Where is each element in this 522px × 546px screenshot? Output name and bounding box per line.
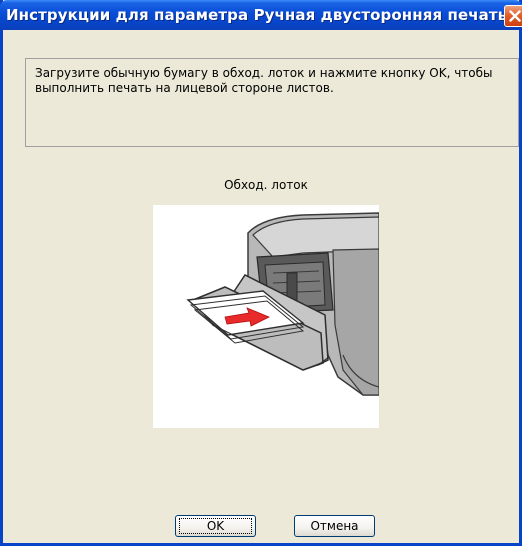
window-title: Инструкции для параметра Ручная двусторо…: [6, 6, 508, 24]
title-bar[interactable]: Инструкции для параметра Ручная двусторо…: [0, 0, 522, 30]
dialog-window: Инструкции для параметра Ручная двусторо…: [0, 0, 522, 546]
close-button[interactable]: [504, 5, 522, 27]
illustration-caption: Обход. лоток: [224, 178, 308, 192]
close-icon: [509, 10, 521, 22]
cancel-button-label: Отмена: [310, 519, 359, 533]
instruction-text: Загрузите обычную бумагу в обход. лоток …: [35, 66, 493, 95]
printer-manual-feed-icon: [186, 212, 380, 396]
instruction-box: Загрузите обычную бумагу в обход. лоток …: [25, 58, 519, 147]
ok-button[interactable]: OK: [175, 515, 256, 537]
printer-illustration: [153, 205, 380, 428]
cancel-button[interactable]: Отмена: [294, 515, 375, 537]
focus-rectangle: [179, 518, 252, 534]
